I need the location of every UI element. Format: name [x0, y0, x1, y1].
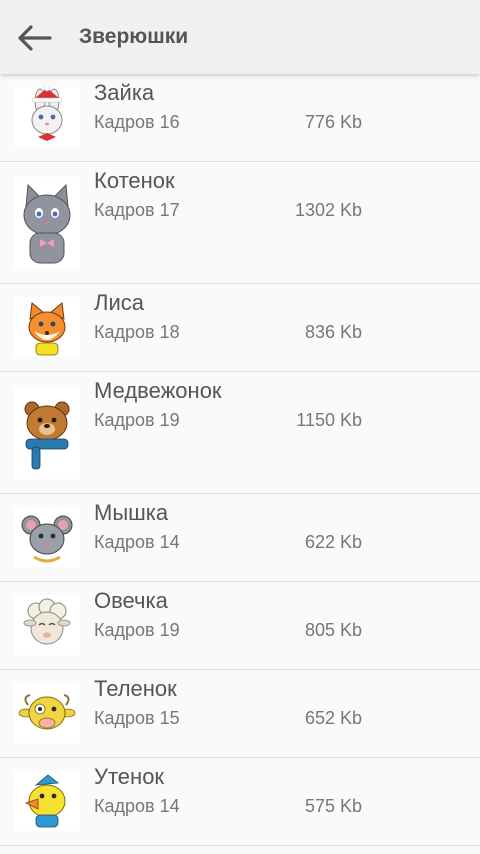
item-frames: Кадров 14: [94, 532, 180, 552]
item-size: 776 Kb: [304, 112, 362, 132]
item-name: Теленок: [94, 676, 177, 701]
item-size: 836 Kb: [304, 322, 362, 342]
item-size: 622 Kb: [304, 532, 362, 552]
sheep-sticker-icon: [14, 595, 80, 655]
item-size: 575 Kb: [304, 796, 362, 816]
app-bar: Зверюшки: [0, 0, 480, 74]
back-button[interactable]: [12, 20, 56, 56]
list-item-mouse[interactable]: Мышка Кадров 14 622 Kb: [0, 494, 480, 582]
item-name: Медвежонок: [94, 378, 222, 403]
fox-sticker-icon: [14, 297, 80, 357]
item-frames: Кадров 16: [94, 112, 180, 132]
item-frames: Кадров 18: [94, 322, 180, 342]
duckling-sticker-icon: [14, 771, 80, 831]
arrow-left-icon: [18, 25, 52, 51]
item-name: Котенок: [94, 168, 175, 193]
item-name: Лиса: [94, 290, 144, 315]
item-size: 652 Kb: [304, 708, 362, 728]
item-frames: Кадров 19: [94, 410, 180, 430]
item-size: 1302 Kb: [294, 200, 362, 220]
item-name: Мышка: [94, 500, 169, 525]
list-item-bunny[interactable]: Зайка Кадров 16 776 Kb: [0, 74, 480, 162]
item-frames: Кадров 15: [94, 708, 180, 728]
item-name: Овечка: [94, 588, 168, 613]
item-size: 1150 Kb: [296, 410, 362, 430]
item-name: Утенок: [94, 764, 165, 789]
list-item-kitten[interactable]: Котенок Кадров 17 1302 Kb: [0, 162, 480, 284]
kitten-sticker-icon: [14, 177, 80, 269]
item-frames: Кадров 14: [94, 796, 180, 816]
list-item-duckling[interactable]: Утенок Кадров 14 575 Kb: [0, 758, 480, 846]
bunny-sticker-icon: [14, 87, 80, 147]
item-name: Зайка: [94, 80, 155, 105]
mouse-sticker-icon: [14, 507, 80, 567]
sticker-list: Зайка Кадров 16 776 Kb Котенок Кадров 17…: [0, 74, 480, 846]
bear-cub-sticker-icon: [14, 387, 80, 479]
list-item-sheep[interactable]: Овечка Кадров 19 805 Kb: [0, 582, 480, 670]
list-item-calf[interactable]: Теленок Кадров 15 652 Kb: [0, 670, 480, 758]
list-item-bear-cub[interactable]: Медвежонок Кадров 19 1150 Kb: [0, 372, 480, 494]
item-frames: Кадров 19: [94, 620, 180, 640]
item-size: 805 Kb: [304, 620, 362, 640]
item-frames: Кадров 17: [94, 200, 180, 220]
list-item-fox[interactable]: Лиса Кадров 18 836 Kb: [0, 284, 480, 372]
page-title: Зверюшки: [79, 25, 189, 48]
calf-sticker-icon: [14, 683, 80, 743]
